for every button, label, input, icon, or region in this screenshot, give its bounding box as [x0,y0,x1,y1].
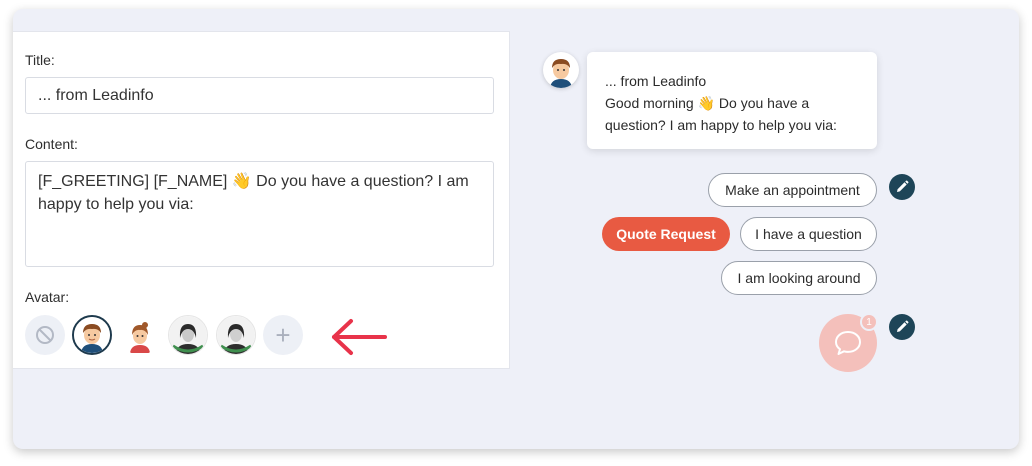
avatar-label: Avatar: [25,289,70,305]
looking-around-button[interactable]: I am looking around [721,261,877,295]
content-textarea-value: [F_GREETING] [F_NAME] 👋 Do you have a qu… [38,173,469,213]
widget-editor: Title: ... from Leadinfo Content: [F_GRE… [13,9,1019,449]
avatar-woman-option[interactable] [120,315,160,355]
red-arrow-left-icon [332,319,387,355]
content-label: Content: [25,136,78,152]
bot-avatar [543,52,579,88]
add-avatar-icon[interactable]: + [263,315,303,355]
title-input-value: ... from Leadinfo [38,86,154,104]
quote-request-button[interactable]: Quote Request [602,217,730,251]
chat-message-line1: Good morning 👋 Do you have a [605,95,810,111]
title-label: Title: [25,52,55,68]
make-appointment-button[interactable]: Make an appointment [708,173,877,207]
chat-message-line2: question? I am happy to help you via: [605,117,837,133]
unread-badge: 1 [860,313,878,331]
have-question-button[interactable]: I have a question [740,217,877,251]
avatar-photo-1-option[interactable] [168,315,208,355]
avatar-man-option[interactable] [72,315,112,355]
editor-panel: Title: ... from Leadinfo Content: [F_GRE… [13,31,510,369]
quote-request-label: Quote Request [616,226,716,242]
edit-buttons-pencil-icon[interactable] [889,174,915,200]
no-avatar-icon[interactable] [25,315,65,355]
looking-around-label: I am looking around [737,270,861,286]
content-textarea[interactable]: [F_GREETING] [F_NAME] 👋 Do you have a qu… [25,161,494,267]
unread-badge-count: 1 [866,316,872,328]
chat-bubble-icon [835,331,861,355]
make-appointment-label: Make an appointment [725,182,860,198]
have-question-label: I have a question [755,226,862,242]
title-input[interactable]: ... from Leadinfo [25,77,494,114]
chat-message-bubble: ... from Leadinfo Good morning 👋 Do you … [587,52,877,149]
avatar-photo-2-option[interactable] [216,315,256,355]
edit-launcher-pencil-icon[interactable] [889,314,915,340]
chat-message-title: ... from Leadinfo [605,73,707,89]
add-avatar-label: + [275,319,291,350]
